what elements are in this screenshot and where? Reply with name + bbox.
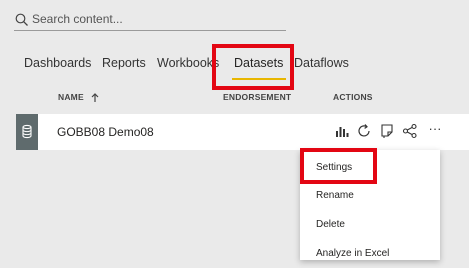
search-input[interactable] — [32, 10, 282, 28]
search-icon — [15, 13, 28, 26]
tab-datasets[interactable]: Datasets — [234, 56, 283, 70]
menu-item-settings[interactable]: Settings — [300, 154, 440, 182]
share-icon[interactable] — [402, 123, 418, 139]
dataset-tile — [16, 114, 38, 150]
column-header-name[interactable]: NAME — [58, 92, 99, 103]
dataset-name[interactable]: GOBB08 Demo08 — [57, 125, 154, 139]
dataset-icon — [22, 124, 32, 139]
tab-dashboards[interactable]: Dashboards — [24, 56, 91, 70]
search-box[interactable] — [14, 10, 286, 31]
sort-ascending-icon — [91, 92, 99, 102]
content-tabs: Dashboards Reports Workbooks Datasets Da… — [0, 56, 469, 82]
more-options-menu: Settings Rename Delete Analyze in Excel — [300, 150, 440, 260]
more-options-icon[interactable]: ··· — [426, 121, 444, 137]
tab-reports[interactable]: Reports — [102, 56, 146, 70]
create-report-icon[interactable] — [379, 123, 395, 139]
table-header: NAME ENDORSEMENT ACTIONS — [0, 92, 469, 106]
refresh-icon[interactable] — [356, 123, 372, 139]
tab-dataflows[interactable]: Dataflows — [294, 56, 349, 70]
menu-item-analyze-in-excel[interactable]: Analyze in Excel — [300, 240, 440, 268]
column-header-name-label: NAME — [58, 92, 84, 102]
tab-workbooks[interactable]: Workbooks — [157, 56, 219, 70]
active-tab-indicator — [232, 78, 286, 80]
analyze-icon[interactable] — [334, 123, 350, 139]
menu-item-rename[interactable]: Rename — [300, 182, 440, 210]
menu-item-delete[interactable]: Delete — [300, 211, 440, 239]
column-header-actions: ACTIONS — [333, 92, 373, 102]
table-row[interactable]: GOBB08 Demo08 ··· — [16, 114, 469, 150]
column-header-endorsement: ENDORSEMENT — [223, 92, 292, 102]
